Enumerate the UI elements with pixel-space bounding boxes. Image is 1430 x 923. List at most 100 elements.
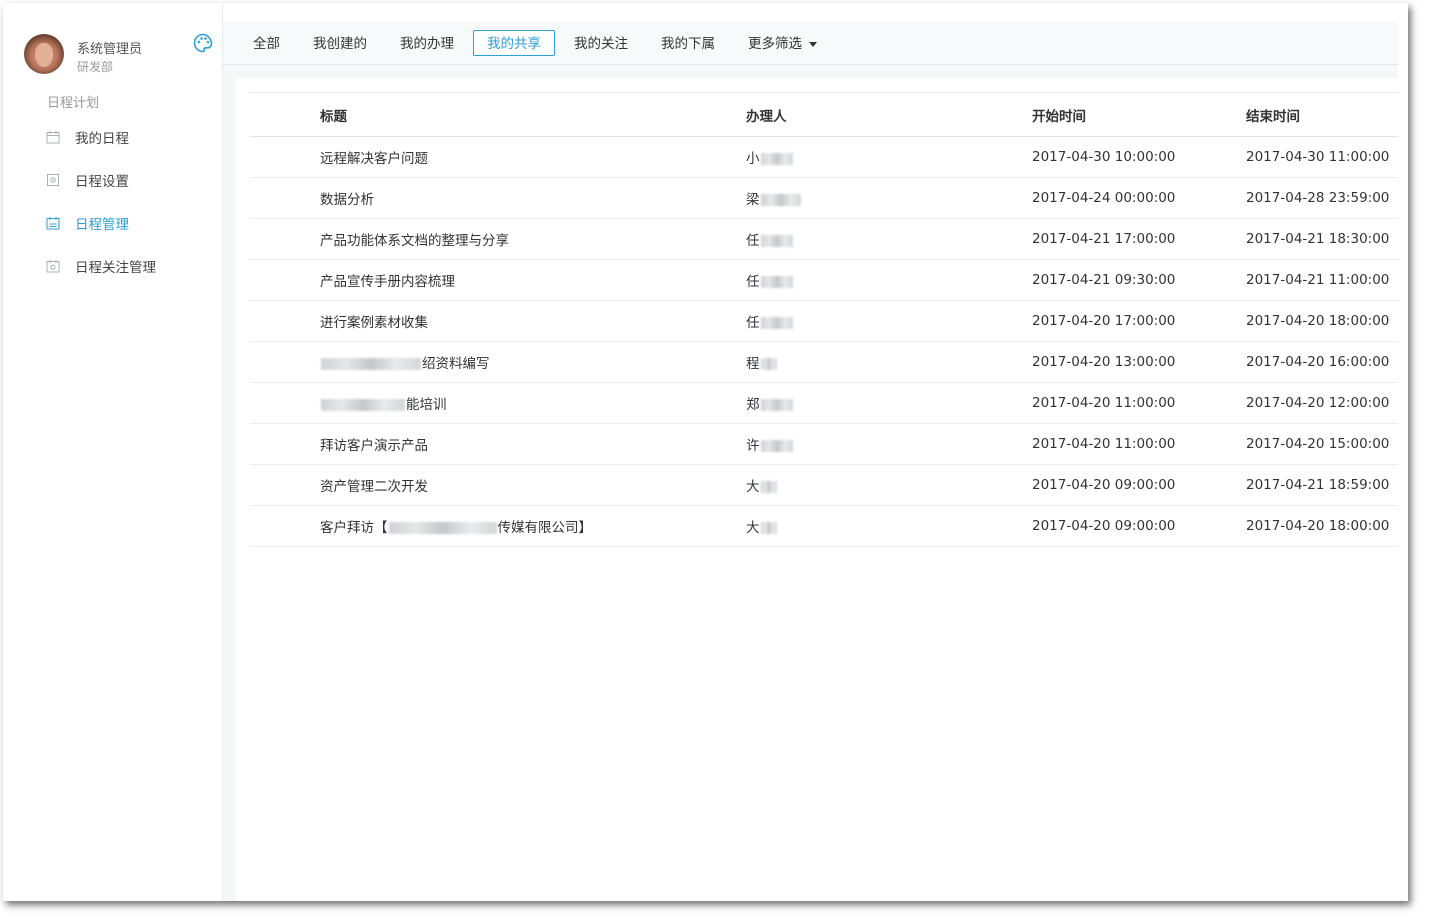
cell-handler: 大: [745, 506, 1031, 547]
table-row[interactable]: 进行案例素材收集 任 2017-04-20 17:00:00 2017-04-2…: [250, 301, 1398, 342]
redacted-text: [760, 481, 777, 493]
cell-handler: 任: [745, 301, 1031, 342]
cell-title: 能培训: [319, 383, 745, 424]
cell-start: 2017-04-24 00:00:00: [1032, 190, 1176, 206]
cell-title: 远程解决客户问题: [320, 151, 428, 167]
tab-my-subordinates[interactable]: 我的下属: [647, 30, 729, 56]
cell-title: 产品宣传手册内容梳理: [320, 274, 455, 290]
table-row[interactable]: 能培训 郑 2017-04-20 11:00:00 2017-04-20 12:…: [250, 383, 1398, 424]
tab-my-handling[interactable]: 我的办理: [386, 30, 468, 56]
sidebar-item-label: 我的日程: [75, 130, 129, 147]
cell-handler: 郑: [745, 383, 1031, 424]
redacted-text: [760, 440, 793, 452]
header-start-time[interactable]: 开始时间: [1031, 93, 1245, 137]
table-row[interactable]: 产品宣传手册内容梳理 任 2017-04-21 09:30:00 2017-04…: [250, 260, 1398, 301]
handler-name: 程: [746, 356, 760, 372]
table-row[interactable]: 远程解决客户问题 小 2017-04-30 10:00:00 2017-04-3…: [250, 137, 1398, 178]
handler-name: 许: [746, 438, 760, 454]
redacted-text: [760, 399, 793, 411]
redacted-text: [760, 153, 793, 165]
app-window: 系统管理员 研发部 日程计划 我的日程 日程设置 日程管理 日程关注管理 全部 …: [3, 3, 1408, 901]
redacted-text: [388, 522, 497, 534]
cell-title: 资产管理二次开发: [320, 479, 428, 495]
handler-name: 大: [746, 479, 760, 495]
header-handler[interactable]: 办理人: [745, 93, 1031, 137]
tab-more-filters[interactable]: 更多筛选: [734, 30, 831, 56]
table-row[interactable]: 客户拜访【 传媒有限公司】 大 2017-04-20 09:00:00 2017-…: [250, 506, 1398, 547]
cell-handler: 任: [745, 219, 1031, 260]
calendar-follow-icon: [46, 259, 60, 272]
cell-start: 2017-04-20 09:00:00: [1032, 477, 1176, 493]
cell-handler: 程: [745, 342, 1031, 383]
cell-end: 2017-04-30 11:00:00: [1246, 149, 1390, 165]
redacted-text: [760, 358, 777, 370]
cell-title: 拜访客户演示产品: [320, 438, 428, 454]
sidebar-item-label: 日程关注管理: [75, 259, 156, 276]
cell-handler: 梁: [745, 178, 1031, 219]
palette-icon[interactable]: [193, 33, 213, 53]
title-prefix: 客户拜访【: [320, 520, 388, 536]
cell-start: 2017-04-20 11:00:00: [1032, 436, 1176, 452]
header-end-time[interactable]: 结束时间: [1245, 93, 1398, 137]
sidebar: 系统管理员 研发部 日程计划 我的日程 日程设置 日程管理 日程关注管理: [3, 3, 223, 901]
table-row[interactable]: 拜访客户演示产品 许 2017-04-20 11:00:00 2017-04-2…: [250, 424, 1398, 465]
cell-end: 2017-04-20 18:00:00: [1246, 313, 1390, 329]
redacted-text: [760, 194, 801, 206]
redacted-text: [760, 317, 793, 329]
cell-title: 进行案例素材收集: [320, 315, 428, 331]
sidebar-item-schedule-follow[interactable]: 日程关注管理: [3, 244, 222, 287]
tab-my-following[interactable]: 我的关注: [560, 30, 642, 56]
cell-start: 2017-04-20 09:00:00: [1032, 518, 1176, 534]
user-dept: 研发部: [77, 60, 114, 74]
table-row[interactable]: 绍资料编写 程 2017-04-20 13:00:00 2017-04-20 1…: [250, 342, 1398, 383]
tab-all[interactable]: 全部: [239, 30, 294, 56]
cell-end: 2017-04-21 11:00:00: [1246, 272, 1390, 288]
cell-start: 2017-04-30 10:00:00: [1032, 149, 1176, 165]
user-name: 系统管理员: [77, 42, 143, 57]
handler-name: 梁: [746, 192, 760, 208]
cell-handler: 任: [745, 260, 1031, 301]
cell-end: 2017-04-21 18:30:00: [1246, 231, 1390, 247]
cell-title: 数据分析: [320, 192, 374, 208]
section-title: 日程计划: [47, 96, 100, 111]
sidebar-item-schedule-settings[interactable]: 日程设置: [3, 158, 222, 201]
cell-end: 2017-04-20 18:00:00: [1246, 518, 1390, 534]
cell-start: 2017-04-21 17:00:00: [1032, 231, 1176, 247]
cell-start: 2017-04-20 11:00:00: [1032, 395, 1176, 411]
cell-start: 2017-04-20 17:00:00: [1032, 313, 1176, 329]
tab-created-by-me[interactable]: 我创建的: [299, 30, 381, 56]
sidebar-item-my-schedule[interactable]: 我的日程: [3, 115, 222, 158]
redacted-text: [760, 235, 793, 247]
handler-name: 大: [746, 520, 760, 536]
redacted-text: [760, 522, 777, 534]
cell-title: 客户拜访【 传媒有限公司】: [319, 506, 745, 547]
title-suffix: 传媒有限公司】: [497, 520, 593, 536]
calendar-settings-icon: [47, 173, 59, 186]
header-title[interactable]: 标题: [319, 93, 745, 137]
content-panel: 标题 办理人 开始时间 结束时间 远程解决客户问题 小 2017-04-30 1…: [236, 78, 1398, 901]
redacted-text: [321, 399, 405, 411]
title-suffix: 能培训: [406, 397, 447, 413]
header-spacer: [250, 93, 319, 137]
calendar-manage-icon: [46, 216, 60, 229]
cell-end: 2017-04-20 15:00:00: [1246, 436, 1390, 452]
handler-name: 任: [746, 233, 760, 249]
handler-name: 郑: [746, 397, 760, 413]
tab-my-shared[interactable]: 我的共享: [473, 30, 555, 56]
table-row[interactable]: 资产管理二次开发 大 2017-04-20 09:00:00 2017-04-2…: [250, 465, 1398, 506]
redacted-text: [321, 358, 421, 370]
cell-handler: 大: [745, 465, 1031, 506]
sidebar-item-schedule-manage[interactable]: 日程管理: [3, 201, 222, 244]
caret-down-icon: [809, 41, 817, 47]
table-row[interactable]: 数据分析 梁 2017-04-24 00:00:00 2017-04-28 23…: [250, 178, 1398, 219]
filter-tabs: 全部 我创建的 我的办理 我的共享 我的关注 我的下属 更多筛选: [223, 22, 1398, 65]
table-row[interactable]: 产品功能体系文档的整理与分享 任 2017-04-21 17:00:00 201…: [250, 219, 1398, 260]
avatar[interactable]: [24, 34, 64, 74]
cell-title: 绍资料编写: [319, 342, 745, 383]
title-suffix: 绍资料编写: [422, 356, 490, 372]
schedule-table: 标题 办理人 开始时间 结束时间 远程解决客户问题 小 2017-04-30 1…: [250, 92, 1398, 547]
avatar-face: [35, 43, 53, 67]
calendar-icon: [46, 130, 60, 143]
table-header-row: 标题 办理人 开始时间 结束时间: [250, 92, 1398, 137]
sidebar-item-label: 日程设置: [75, 173, 129, 190]
